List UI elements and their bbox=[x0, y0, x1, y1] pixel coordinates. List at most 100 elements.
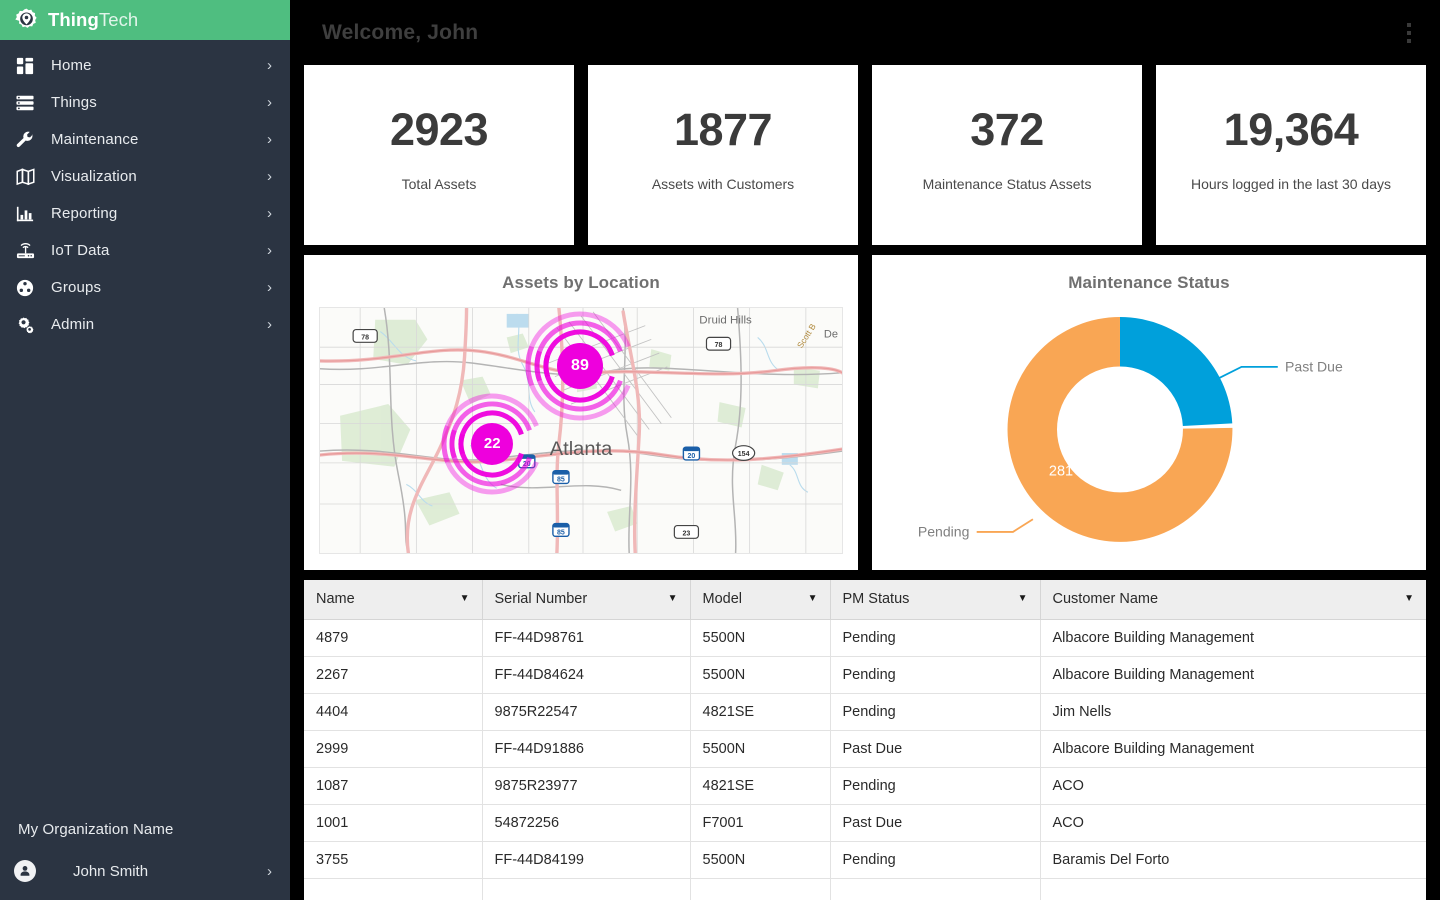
svg-text:23: 23 bbox=[682, 530, 690, 537]
kpi-card-assets-with-customers[interactable]: 1877 Assets with Customers bbox=[588, 65, 858, 245]
donut-leader-pending bbox=[976, 518, 1034, 533]
table-row[interactable]: 3755 FF-44D84199 5500N Pending Baramis Del F… bbox=[304, 841, 1426, 879]
bar-chart-icon bbox=[12, 205, 38, 223]
sidebar-item-reporting[interactable]: Reporting › bbox=[0, 195, 290, 232]
cell-pm-status: Past Due bbox=[830, 730, 1041, 768]
column-label: Serial Number bbox=[494, 591, 588, 608]
sidebar-item-things[interactable]: Things › bbox=[0, 84, 290, 121]
cell-model bbox=[690, 878, 831, 900]
cell-pm-status: Pending bbox=[830, 656, 1041, 694]
cell-name: 1001 bbox=[304, 804, 483, 842]
cell-name: 2999 bbox=[304, 730, 483, 768]
cell-customer-name: Albacore Building Management bbox=[1040, 619, 1426, 657]
cell-model: 5500N bbox=[690, 619, 831, 657]
cell-name: 4879 bbox=[304, 619, 483, 657]
sidebar-nav: Home › Things › Maintenance › Visualizat… bbox=[0, 40, 290, 343]
sidebar-item-label: Maintenance bbox=[51, 131, 139, 148]
table-row[interactable]: 2999 FF-44D91886 5500N Past Due Albacore Bui… bbox=[304, 730, 1426, 768]
svg-text:De: De bbox=[824, 329, 838, 341]
column-header-name[interactable]: Name ▼ bbox=[304, 580, 483, 620]
table-row[interactable]: 4879 FF-44D98761 5500N Pending Albacore Buil… bbox=[304, 619, 1426, 657]
sidebar-item-label: Groups bbox=[51, 279, 102, 296]
map-panel-title: Assets by Location bbox=[502, 273, 660, 292]
cell-name: 2267 bbox=[304, 656, 483, 694]
dashboard-grid-icon bbox=[12, 57, 38, 75]
sidebar-footer: My Organization Name John Smith › bbox=[0, 821, 290, 900]
sidebar-item-home[interactable]: Home › bbox=[0, 47, 290, 84]
top-bar: Welcome, John bbox=[290, 0, 1440, 65]
column-label: Customer Name bbox=[1052, 591, 1159, 608]
column-label: PM Status bbox=[842, 591, 910, 608]
cell-name: 4404 bbox=[304, 693, 483, 731]
kpi-card-maintenance-status-assets[interactable]: 372 Maintenance Status Assets bbox=[872, 65, 1142, 245]
caret-down-icon[interactable]: ▼ bbox=[1010, 594, 1028, 604]
table-row[interactable]: 2267 FF-44D84624 5500N Pending Albacore Buil… bbox=[304, 656, 1426, 694]
kpi-value: 1877 bbox=[673, 104, 773, 155]
cell-pm-status: Pending bbox=[830, 693, 1041, 731]
kpi-label: Assets with Customers bbox=[651, 176, 795, 192]
sidebar-item-groups[interactable]: Groups › bbox=[0, 269, 290, 306]
kebab-menu-icon[interactable] bbox=[1396, 16, 1422, 50]
chevron-right-icon: › bbox=[267, 279, 272, 296]
cell-serial-number: 9875R22547 bbox=[482, 693, 691, 731]
kpi-value: 372 bbox=[970, 104, 1044, 155]
svg-text:Druid Hills: Druid Hills bbox=[699, 315, 752, 327]
cell-name: 1087 bbox=[304, 767, 483, 805]
gears-icon bbox=[12, 316, 38, 334]
gear-location-pin-icon bbox=[14, 8, 39, 33]
assets-by-location-panel: Assets by Location 85 85 20 20 78 78 154… bbox=[304, 255, 858, 570]
column-header-serial-number[interactable]: Serial Number ▼ bbox=[482, 580, 691, 620]
svg-text:154: 154 bbox=[738, 451, 750, 458]
cell-serial-number: FF-44D84624 bbox=[482, 656, 691, 694]
map-cluster-marker[interactable]: 22 bbox=[438, 390, 546, 498]
assets-table-head: Name ▼ Serial Number ▼ Model ▼ PM Status… bbox=[304, 580, 1426, 620]
caret-down-icon[interactable]: ▼ bbox=[452, 594, 470, 604]
organization-name: My Organization Name bbox=[18, 821, 174, 838]
cell-pm-status bbox=[830, 878, 1041, 900]
table-row[interactable]: 4404 9875R22547 4821SE Pending Jim Nells bbox=[304, 693, 1426, 731]
cell-name bbox=[304, 878, 483, 900]
svg-text:Atlanta: Atlanta bbox=[550, 438, 613, 460]
caret-down-icon[interactable]: ▼ bbox=[800, 594, 818, 604]
assets-table-container[interactable]: Name ▼ Serial Number ▼ Model ▼ PM Status… bbox=[290, 570, 1440, 900]
caret-down-icon[interactable]: ▼ bbox=[660, 594, 678, 604]
donut-leader-past-due bbox=[1215, 365, 1278, 381]
svg-text:78: 78 bbox=[361, 334, 369, 341]
table-row[interactable]: 1087 9875R23977 4821SE Pending ACO bbox=[304, 767, 1426, 805]
kpi-card-hours-logged[interactable]: 19,364 Hours logged in the last 30 days bbox=[1156, 65, 1426, 245]
sidebar-item-visualization[interactable]: Visualization › bbox=[0, 158, 290, 195]
sidebar-item-admin[interactable]: Admin › bbox=[0, 306, 290, 343]
chevron-right-icon: › bbox=[267, 57, 272, 74]
assets-table: Name ▼ Serial Number ▼ Model ▼ PM Status… bbox=[304, 580, 1426, 900]
maintenance-status-donut-chart[interactable]: 91 281 Past Due Pending bbox=[872, 307, 1426, 570]
svg-text:85: 85 bbox=[557, 529, 565, 536]
svg-text:85: 85 bbox=[557, 477, 565, 484]
cell-serial-number: FF-44D98761 bbox=[482, 619, 691, 657]
column-header-customer-name[interactable]: Customer Name ▼ bbox=[1040, 580, 1426, 620]
chevron-right-icon: › bbox=[267, 862, 272, 880]
cell-name: 3755 bbox=[304, 841, 483, 879]
cell-customer-name: ACO bbox=[1040, 767, 1426, 805]
cell-pm-status: Pending bbox=[830, 619, 1041, 657]
sidebar-item-label: Reporting bbox=[51, 205, 118, 222]
cell-model: 4821SE bbox=[690, 693, 831, 731]
column-header-pm-status[interactable]: PM Status ▼ bbox=[830, 580, 1041, 620]
asset-location-map[interactable]: 85 85 85 20 bbox=[319, 307, 843, 554]
table-row[interactable]: 1001 54872256 F7001 Past Due ACO bbox=[304, 804, 1426, 842]
sidebar-item-iot-data[interactable]: IoT Data › bbox=[0, 232, 290, 269]
column-label: Model bbox=[702, 591, 743, 608]
table-row[interactable] bbox=[304, 878, 1426, 900]
sidebar-item-label: Home bbox=[51, 57, 92, 74]
sidebar-user-row[interactable]: John Smith › bbox=[0, 852, 290, 890]
wrench-icon bbox=[12, 131, 38, 149]
sidebar-item-maintenance[interactable]: Maintenance › bbox=[0, 121, 290, 158]
column-header-model[interactable]: Model ▼ bbox=[690, 580, 831, 620]
kpi-card-total-assets[interactable]: 2923 Total Assets bbox=[304, 65, 574, 245]
kebab-dot bbox=[1407, 30, 1411, 35]
cell-customer-name: Albacore Building Management bbox=[1040, 730, 1426, 768]
brand-header[interactable]: ThingTech bbox=[0, 0, 290, 40]
caret-down-icon[interactable]: ▼ bbox=[1396, 594, 1414, 604]
groups-circle-icon bbox=[12, 279, 38, 297]
main-content: Welcome, John 2923 Total Assets 1877 Ass… bbox=[290, 0, 1440, 900]
cell-model: 4821SE bbox=[690, 767, 831, 805]
